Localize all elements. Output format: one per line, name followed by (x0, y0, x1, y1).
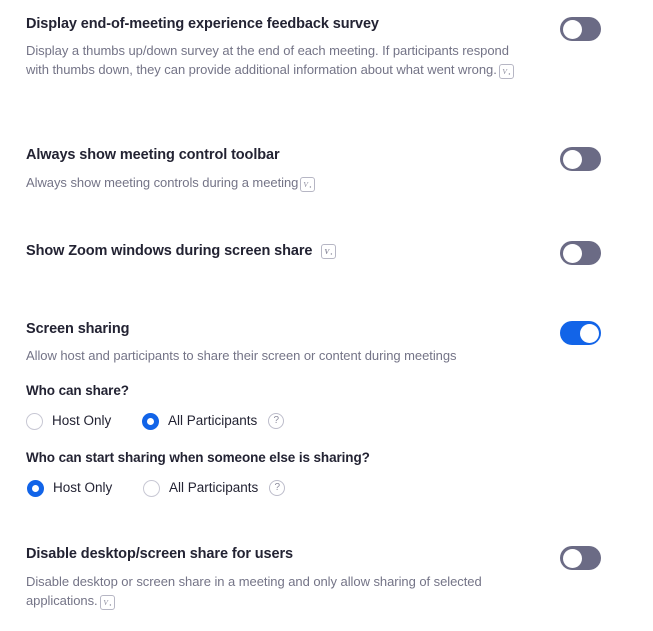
radio-option-host-only[interactable]: Host Only (26, 412, 142, 430)
radio-button[interactable] (142, 412, 159, 430)
radio-group-label: Who can start sharing when someone else … (26, 450, 370, 465)
setting-title-text: Disable desktop/screen share for users (26, 546, 293, 562)
radio-row: Host Only All Participants ? (26, 412, 526, 430)
help-icon[interactable]: ? (268, 413, 285, 429)
setting-row-always-show-toolbar: Always show meeting control toolbar Alwa… (26, 145, 653, 192)
radio-option-host-only[interactable]: Host Only (27, 479, 143, 497)
toggle-knob (579, 323, 599, 343)
toggle-knob (562, 149, 582, 169)
setting-title-text: Always show meeting control toolbar (26, 147, 280, 163)
radio-group-label: Who can share? (26, 383, 129, 398)
setting-title-text: Screen sharing (26, 321, 130, 337)
version-badge-icon: V (321, 243, 337, 259)
radio-row: Host Only All Participants ? (27, 479, 526, 497)
radio-option-label: Host Only (52, 413, 112, 428)
radio-option-all-participants[interactable]: All Participants (142, 412, 257, 430)
setting-row-show-zoom-windows: Show Zoom windows during screen share V (26, 241, 653, 265)
setting-title-text: Display end-of-meeting experience feedba… (26, 16, 379, 32)
svg-text:V: V (103, 598, 109, 607)
settings-panel: Display end-of-meeting experience feedba… (0, 0, 653, 631)
version-badge-icon: V (99, 595, 115, 610)
setting-title: Show Zoom windows during screen share V (26, 241, 593, 261)
setting-title-text: Show Zoom windows during screen share (26, 243, 313, 259)
setting-description: Allow host and participants to share the… (26, 346, 526, 365)
setting-description: Display a thumbs up/down survey at the e… (26, 41, 526, 79)
setting-title: Always show meeting control toolbar (26, 145, 593, 165)
setting-description: Always show meeting controls during a me… (26, 173, 526, 192)
setting-row-disable-desktop-screen-share: Disable desktop/screen share for users D… (26, 544, 653, 610)
setting-title: Display end-of-meeting experience feedba… (26, 14, 593, 34)
radio-option-all-participants[interactable]: All Participants (143, 479, 258, 497)
svg-text:V: V (325, 247, 331, 256)
setting-description-text: Display a thumbs up/down survey at the e… (26, 43, 509, 77)
setting-title: Disable desktop/screen share for users (26, 544, 593, 564)
setting-description-text: Allow host and participants to share the… (26, 348, 457, 363)
radio-option-label: All Participants (168, 413, 258, 428)
radio-option-label: All Participants (169, 480, 259, 495)
setting-row-screen-sharing: Screen sharing Allow host and participan… (26, 319, 653, 365)
radio-group-who-can-start-sharing: Who can start sharing when someone else … (26, 448, 526, 497)
toggle-knob (562, 243, 582, 263)
setting-row-end-of-meeting-survey: Display end-of-meeting experience feedba… (26, 14, 653, 79)
toggle-knob (562, 548, 582, 568)
version-badge-icon: V (300, 177, 316, 192)
radio-option-label: Host Only (53, 480, 113, 495)
toggle-show-zoom-windows[interactable] (560, 241, 601, 265)
toggle-always-show-toolbar[interactable] (560, 147, 601, 171)
setting-description-text: Disable desktop or screen share in a mee… (26, 574, 482, 608)
radio-button[interactable] (26, 412, 43, 430)
version-badge-icon: V (498, 64, 514, 79)
toggle-screen-sharing[interactable] (560, 321, 601, 345)
svg-text:V: V (304, 180, 310, 189)
toggle-end-of-meeting-survey[interactable] (560, 17, 601, 41)
radio-button[interactable] (27, 479, 44, 497)
setting-title: Screen sharing (26, 319, 593, 339)
toggle-disable-desktop-screen-share[interactable] (560, 546, 601, 570)
help-icon[interactable]: ? (269, 480, 286, 496)
radio-button[interactable] (143, 479, 160, 497)
svg-text:V: V (502, 67, 508, 76)
radio-group-who-can-share: Who can share? Host Only All Participant… (26, 381, 526, 430)
toggle-knob (562, 19, 582, 39)
setting-description: Disable desktop or screen share in a mee… (26, 572, 526, 610)
setting-description-text: Always show meeting controls during a me… (26, 175, 299, 190)
